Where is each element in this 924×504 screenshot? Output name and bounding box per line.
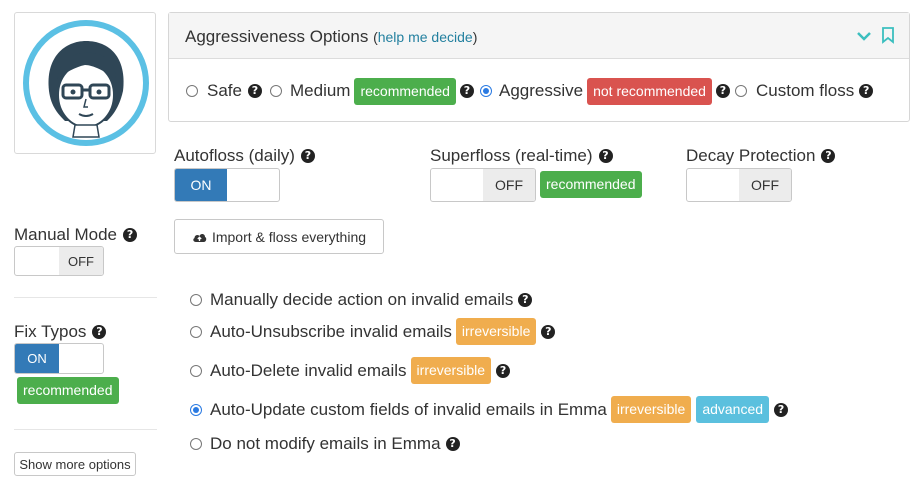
option-safe-label: Safe [207, 81, 242, 100]
import-floss-button-label: Import & floss everything [211, 228, 367, 245]
avatar [14, 12, 156, 154]
superfloss-label-text: Superfloss (real-time) [430, 146, 593, 165]
manual-mode-label: Manual Mode ? [14, 225, 138, 245]
toggle-on-state: ON [15, 344, 59, 373]
radio-safe[interactable] [186, 85, 198, 97]
toggle-handle [227, 169, 279, 201]
help-icon[interactable]: ? [715, 84, 730, 98]
help-icon[interactable]: ? [774, 402, 789, 417]
not-recommended-badge: not recommended [587, 77, 712, 105]
radio-custom-floss[interactable] [735, 85, 747, 97]
show-more-options-button[interactable]: Show more options [14, 452, 136, 476]
option-custom-floss-label: Custom floss [756, 81, 855, 100]
toggle-off-state: OFF [483, 169, 535, 201]
help-icon[interactable]: ? [445, 437, 460, 451]
toggle-off-state: OFF [739, 169, 791, 201]
toggle-handle [687, 169, 739, 201]
panel-header: Aggressiveness Options (help me decide) [169, 13, 909, 59]
aggressiveness-panel: Aggressiveness Options (help me decide) … [168, 12, 910, 122]
invalid-option-do-not-modify[interactable]: Do not modify emails in Emma ? [190, 433, 460, 455]
toggle-handle [15, 247, 59, 275]
toggle-on-state: ON [175, 169, 227, 201]
invalid-option-label: Auto-Unsubscribe invalid emails [210, 321, 452, 341]
help-icon[interactable]: ? [123, 228, 138, 242]
radio-unsubscribe[interactable] [190, 325, 202, 338]
radio-auto-update[interactable] [190, 403, 202, 416]
option-safe[interactable]: Safe ? [186, 75, 262, 107]
superfloss-label: Superfloss (real-time) ? [430, 146, 613, 166]
help-icon[interactable]: ? [496, 363, 511, 378]
invalid-option-label: Auto-Delete invalid emails [210, 360, 407, 380]
radio-medium[interactable] [270, 85, 282, 97]
invalid-option-manual[interactable]: Manually decide action on invalid emails… [190, 289, 533, 311]
recommended-badge: recommended [17, 377, 119, 404]
option-custom-floss[interactable]: Custom floss ? [735, 75, 874, 107]
invalid-option-label: Auto-Update custom fields of invalid ema… [210, 399, 607, 419]
irreversible-badge: irreversible [455, 318, 537, 345]
radio-do-not-modify[interactable] [190, 438, 202, 450]
radio-aggressive[interactable] [480, 85, 492, 97]
decay-protection-label-text: Decay Protection [686, 146, 816, 165]
invalid-option-delete[interactable]: Auto-Delete invalid emails irreversible … [190, 357, 511, 384]
help-icon[interactable]: ? [300, 149, 315, 163]
option-aggressive[interactable]: Aggressive not recommended ? [480, 75, 730, 107]
divider [14, 297, 157, 298]
help-icon[interactable]: ? [459, 84, 474, 98]
irreversible-badge: irreversible [610, 396, 692, 423]
import-floss-button[interactable]: Import & floss everything [174, 219, 384, 254]
invalid-option-label: Do not modify emails in Emma [210, 434, 441, 453]
radio-delete[interactable] [190, 364, 202, 377]
option-aggressive-label: Aggressive [499, 81, 584, 100]
help-icon[interactable]: ? [92, 325, 107, 339]
manual-mode-label-text: Manual Mode [14, 225, 118, 244]
invalid-option-auto-update[interactable]: Auto-Update custom fields of invalid ema… [190, 396, 789, 423]
autofloss-toggle[interactable]: ON [174, 168, 280, 202]
autofloss-label-text: Autofloss (daily) [174, 146, 295, 165]
help-icon[interactable]: ? [859, 84, 874, 98]
manual-mode-toggle[interactable]: OFF [14, 246, 104, 276]
decay-protection-toggle[interactable]: OFF [686, 168, 792, 202]
recommended-badge: recommended [540, 171, 642, 198]
help-icon[interactable]: ? [247, 84, 262, 98]
fix-typos-toggle[interactable]: ON [14, 343, 104, 374]
help-me-decide-link[interactable]: help me decide [378, 29, 473, 45]
help-icon[interactable]: ? [821, 149, 836, 163]
help-icon[interactable]: ? [541, 324, 556, 339]
toggle-off-state: OFF [59, 247, 103, 275]
invalid-option-unsubscribe[interactable]: Auto-Unsubscribe invalid emails irrevers… [190, 318, 556, 345]
bookmark-icon[interactable] [881, 27, 895, 44]
superfloss-toggle[interactable]: OFF [430, 168, 536, 202]
option-medium-label: Medium [290, 81, 351, 100]
help-icon[interactable]: ? [598, 149, 613, 163]
chevron-down-icon[interactable] [855, 27, 873, 45]
panel-title-text: Aggressiveness Options [185, 27, 369, 46]
irreversible-badge: irreversible [410, 357, 492, 384]
divider [14, 429, 157, 430]
fix-typos-label: Fix Typos ? [14, 322, 107, 342]
panel-title: Aggressiveness Options (help me decide) [185, 27, 477, 47]
invalid-option-label: Manually decide action on invalid emails [210, 290, 514, 309]
fix-typos-label-text: Fix Typos [14, 322, 87, 341]
cloud-upload-icon [193, 233, 207, 242]
help-paren-close: ) [472, 29, 478, 45]
decay-protection-label: Decay Protection ? [686, 146, 836, 166]
recommended-badge: recommended [354, 77, 456, 105]
avatar-illustration [23, 20, 149, 146]
advanced-badge: advanced [696, 396, 770, 423]
radio-manual[interactable] [190, 294, 202, 306]
toggle-handle [431, 169, 483, 201]
help-icon[interactable]: ? [518, 293, 533, 307]
toggle-handle [59, 344, 103, 373]
option-medium[interactable]: Medium recommended ? [270, 75, 474, 107]
autofloss-label: Autofloss (daily) ? [174, 146, 315, 166]
